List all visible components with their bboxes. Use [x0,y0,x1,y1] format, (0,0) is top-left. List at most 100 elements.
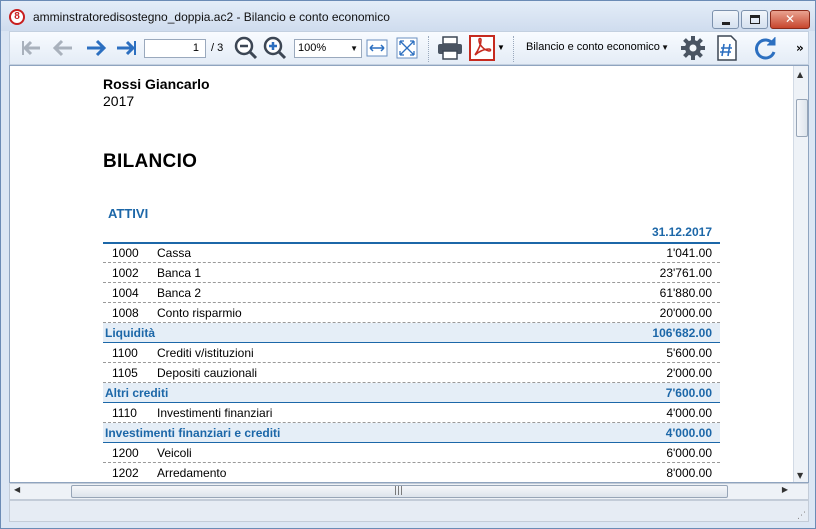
maximize-button[interactable] [741,10,768,29]
account-description: Arredamento [157,466,227,480]
title-bar[interactable]: 8 amminstratoredisostegno_doppia.ac2 - B… [1,1,815,31]
subtotal-label: Altri crediti [105,386,169,400]
table-row: 1202 Arredamento 8'000.00 [103,463,720,482]
scroll-up-arrow-icon[interactable]: ▲ [797,70,803,79]
report-page: Rossi Giancarlo 2017 BILANCIO ATTIVI 31.… [10,66,793,482]
account-description: Veicoli [157,446,192,460]
arrow-left-icon [52,39,72,57]
app-logo-icon: 8 [9,9,25,25]
report-select-value: Bilancio e conto economico [526,41,660,53]
close-button[interactable]: ✕ [770,10,810,29]
maximize-icon [750,15,760,24]
account-number: 1002 [112,266,139,280]
close-icon: ✕ [784,12,796,26]
account-number: 1100 [112,346,138,360]
account-number: 1200 [112,446,139,460]
pdf-options-dropdown[interactable]: ▼ [497,35,507,61]
fit-page-button[interactable] [396,35,418,61]
subtotal-amount: 106'682.00 [652,326,712,340]
window-title: amminstratoredisostegno_doppia.ac2 - Bil… [33,10,390,24]
toolbar: 1 / 3 100% ▼ ▼ Bilancio e conto economic… [9,31,809,65]
subtotal-amount: 7'600.00 [665,386,712,400]
balance-table: 1000 Cassa 1'041.00 1002 Banca 1 23'761.00 1… [103,243,720,482]
table-row: 1004 Banca 2 61'880.00 [103,283,720,303]
fit-page-icon [396,37,418,59]
account-number: 1004 [112,286,139,300]
report-year: 2017 [103,93,135,109]
account-number: 1008 [112,306,139,320]
section-title: ATTIVI [108,206,149,221]
toolbar-overflow-button[interactable]: » [796,41,804,55]
chevron-down-icon: ▼ [350,44,358,53]
first-page-icon [22,40,40,56]
account-amount: 4'000.00 [666,406,712,420]
app-window: 8 amminstratoredisostegno_doppia.ac2 - B… [0,0,816,529]
page-number-icon [717,35,737,61]
printer-icon [438,36,462,60]
next-page-button[interactable] [83,35,109,61]
zoom-select[interactable]: 100% ▼ [294,39,362,58]
account-amount: 1'041.00 [666,246,712,260]
page-total-label: / 3 [211,42,224,54]
print-button[interactable] [436,35,464,61]
table-row: 1105 Depositi cauzionali 2'000.00 [103,363,720,383]
table-row: 1100 Crediti v/istituzioni 5'600.00 [103,343,720,363]
subtotal-amount: 4'000.00 [665,426,712,440]
previous-page-button[interactable] [50,35,76,61]
subtotal-row: Liquidità 106'682.00 [103,323,720,343]
subtotal-row: Investimenti finanziari e crediti 4'000.0… [103,423,720,443]
minimize-button[interactable] [712,10,739,29]
account-amount: 5'600.00 [666,346,712,360]
status-bar: ⋰ [9,500,809,522]
scroll-right-arrow-icon[interactable]: ▶ [782,485,788,494]
account-amount: 2'000.00 [666,366,712,380]
settings-button[interactable] [680,35,706,61]
toolbar-separator [428,36,430,62]
page-numbering-button[interactable] [716,35,738,61]
zoom-out-button[interactable] [234,35,258,61]
table-row: 1200 Veicoli 6'000.00 [103,443,720,463]
horizontal-scrollbar[interactable]: ◀ ||| ▶ [9,483,809,500]
pdf-icon [469,35,495,61]
report-select[interactable]: Bilancio e conto economico ▼ [522,39,672,58]
account-description: Depositi cauzionali [157,366,258,380]
refresh-icon [755,37,776,60]
report-title: BILANCIO [103,151,198,172]
account-description: Conto risparmio [157,306,242,320]
account-description: Banca 2 [157,286,202,300]
horizontal-scroll-thumb[interactable]: ||| [71,485,728,498]
toolbar-separator [513,36,515,62]
zoom-out-icon [234,36,258,60]
account-amount: 23'761.00 [659,266,712,280]
table-row: 1002 Banca 1 23'761.00 [103,263,720,283]
zoom-in-button[interactable] [263,35,287,61]
fit-width-icon [366,39,388,57]
account-description: Investimenti finanziari [157,406,273,420]
account-number: 1110 [112,406,137,420]
account-amount: 8'000.00 [666,466,712,480]
account-amount: 61'880.00 [659,286,712,300]
arrow-right-icon [87,39,107,57]
scroll-left-arrow-icon[interactable]: ◀ [14,485,20,494]
export-pdf-button[interactable] [469,35,495,61]
grip-icon: ||| [394,486,404,496]
table-row: 1110 Investimenti finanziari 4'000.00 [103,403,720,423]
page-number-input[interactable]: 1 [144,39,206,58]
vertical-scrollbar[interactable]: ▲ ▼ [793,66,808,482]
first-page-button[interactable] [18,35,44,61]
document-viewport[interactable]: Rossi Giancarlo 2017 BILANCIO ATTIVI 31.… [9,65,809,483]
scroll-down-arrow-icon[interactable]: ▼ [797,471,803,480]
account-number: 1000 [112,246,139,260]
account-description: Cassa [157,246,192,260]
fit-width-button[interactable] [366,35,388,61]
subtotal-row: Altri crediti 7'600.00 [103,383,720,403]
resize-grip-icon[interactable]: ⋰ [797,511,806,521]
account-description: Banca 1 [157,266,202,280]
account-amount: 6'000.00 [666,446,712,460]
vertical-scroll-thumb[interactable] [796,99,808,137]
subtotal-label: Investimenti finanziari e crediti [105,426,281,440]
account-amount: 20'000.00 [659,306,712,320]
table-row: 1008 Conto risparmio 20'000.00 [103,303,720,323]
last-page-button[interactable] [114,35,140,61]
refresh-button[interactable] [752,35,778,61]
